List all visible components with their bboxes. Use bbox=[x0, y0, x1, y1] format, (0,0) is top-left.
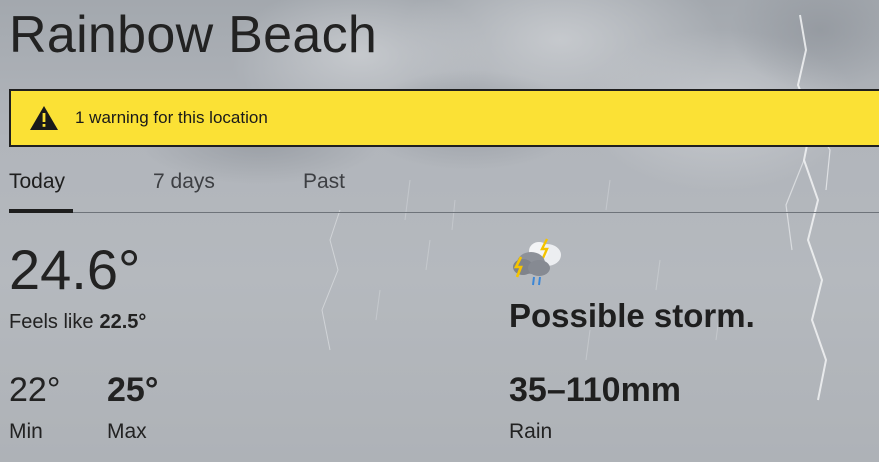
forecast-tabs: Today 7 days Past bbox=[0, 160, 879, 214]
min-temperature: 22° bbox=[9, 371, 61, 409]
tab-7-days[interactable]: 7 days bbox=[153, 170, 215, 194]
feels-like-label: Feels like bbox=[9, 311, 94, 333]
rain-label: Rain bbox=[509, 420, 553, 443]
warning-triangle-icon bbox=[29, 105, 61, 131]
active-tab-indicator bbox=[9, 209, 73, 213]
min-label: Min bbox=[9, 420, 43, 443]
max-temperature: 25° bbox=[107, 371, 159, 409]
feels-like: Feels like 22.5° bbox=[9, 311, 146, 334]
storm-cloud-icon bbox=[513, 238, 561, 286]
tab-today[interactable]: Today bbox=[9, 170, 65, 194]
warning-banner[interactable]: 1 warning for this location bbox=[9, 89, 879, 147]
warning-text: 1 warning for this location bbox=[75, 108, 268, 127]
max-label: Max bbox=[107, 420, 147, 443]
current-temperature: 24.6° bbox=[9, 238, 141, 301]
feels-like-value: 22.5° bbox=[99, 311, 147, 333]
rain-amount: 35–110mm bbox=[509, 371, 682, 409]
tab-past[interactable]: Past bbox=[303, 170, 345, 194]
location-title: Rainbow Beach bbox=[9, 6, 378, 64]
forecast-summary: Possible storm. bbox=[509, 297, 755, 334]
tabs-divider bbox=[9, 212, 879, 213]
